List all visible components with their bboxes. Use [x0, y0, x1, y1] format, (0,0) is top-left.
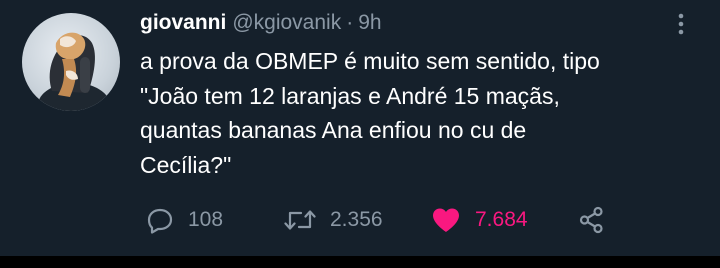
tweet-text-line: "João tem 12 laranjas e André 15 maçãs,	[140, 82, 560, 109]
user-handle[interactable]: @kgiovanik	[232, 11, 341, 34]
tweet-header: giovanni @kgiovanik · 9h	[140, 8, 382, 38]
display-name[interactable]: giovanni	[140, 11, 226, 34]
reply-button[interactable]: 108	[146, 200, 223, 240]
tweet-actions: 108 2.356 7.684	[0, 200, 720, 240]
tweet-text-line: a prova da OBMEP é muito sem sentido, ti…	[140, 48, 600, 74]
share-icon	[579, 206, 603, 234]
like-count: 7.684	[475, 208, 528, 231]
avatar-image	[38, 32, 110, 111]
avatar[interactable]	[22, 13, 120, 111]
tweet-text: a prova da OBMEP é muito sem sentido, ti…	[140, 44, 700, 182]
more-options-icon	[678, 13, 684, 35]
reply-icon	[147, 208, 173, 234]
like-icon	[433, 208, 459, 232]
tweet-text-line: Cecília?"	[140, 151, 232, 178]
retweet-button[interactable]: 2.356	[284, 200, 383, 240]
separator-dot: ·	[346, 11, 354, 34]
more-options-button[interactable]	[671, 9, 691, 39]
retweet-count: 2.356	[330, 208, 383, 231]
share-button[interactable]	[578, 200, 606, 240]
like-button[interactable]: 7.684	[431, 200, 528, 240]
tweet-card[interactable]: giovanni @kgiovanik · 9h a prova da OBMEP é…	[0, 0, 720, 256]
reply-count: 108	[188, 208, 224, 231]
timestamp[interactable]: 9h	[358, 11, 381, 34]
retweet-icon	[284, 210, 316, 230]
tweet-text-line: quantas bananas Ana enfiou no cu de	[140, 117, 527, 143]
